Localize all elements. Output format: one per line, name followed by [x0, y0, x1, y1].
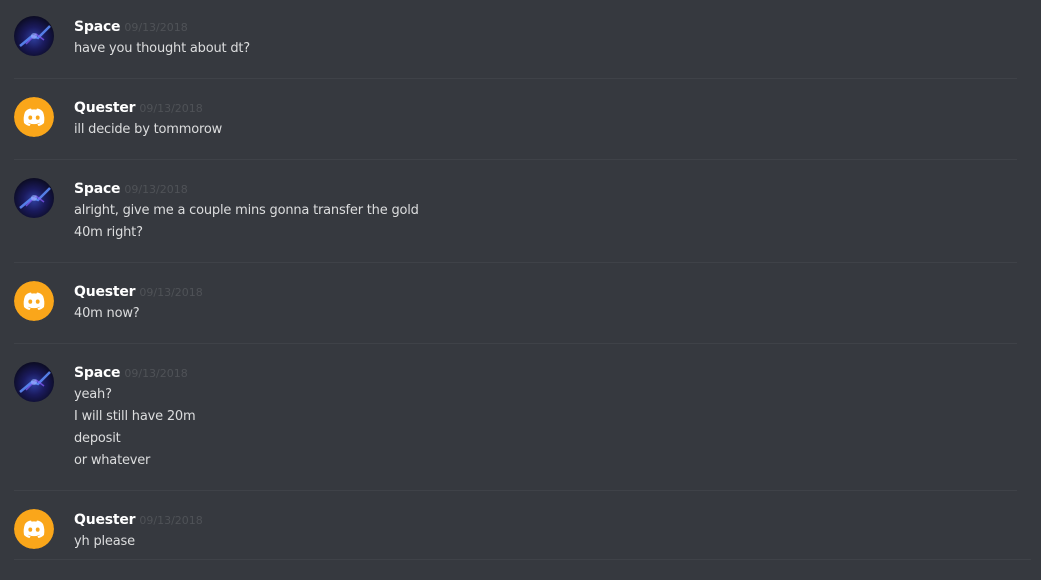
message-line: yeah? [74, 387, 112, 402]
username[interactable]: Quester [74, 512, 136, 528]
message-header: Space 09/13/2018 [74, 362, 188, 382]
timestamp: 09/13/2018 [124, 367, 188, 380]
timestamp: 09/13/2018 [139, 286, 203, 299]
timestamp: 09/13/2018 [139, 102, 203, 115]
message-line: ill decide by tommorow [74, 122, 223, 137]
message-divider [14, 559, 1031, 560]
message-content: ill decide by tommorow [74, 119, 222, 141]
username[interactable]: Space [74, 19, 121, 35]
discord-logo-avatar[interactable] [14, 281, 54, 321]
message-line: deposit [74, 431, 121, 446]
username[interactable]: Quester [74, 284, 136, 300]
message-header: Quester 09/13/2018 [74, 509, 203, 529]
message-line: alright, give me a couple mins gonna tra… [74, 203, 419, 218]
username[interactable]: Quester [74, 100, 136, 116]
message-header: Quester 09/13/2018 [74, 281, 203, 301]
message-content: 40m now? [74, 303, 140, 325]
message-line: 40m right? [74, 225, 143, 240]
message-content: yeah? I will still have 20m deposit or w… [74, 384, 196, 472]
timestamp: 09/13/2018 [124, 183, 188, 196]
message-divider [14, 262, 1017, 263]
discord-logo-avatar[interactable] [14, 509, 54, 549]
message-header: Space 09/13/2018 [74, 178, 188, 198]
message-divider [14, 490, 1017, 491]
message-line: have you thought about dt? [74, 41, 250, 56]
message-line: I will still have 20m [74, 409, 196, 424]
message-line: yh please [74, 534, 135, 549]
message-line: 40m now? [74, 306, 140, 321]
message-header: Quester 09/13/2018 [74, 97, 203, 117]
chat-log: Space 09/13/2018 have you thought about d… [0, 0, 1041, 580]
message-divider [14, 159, 1017, 160]
username[interactable]: Space [74, 365, 121, 381]
discord-logo-avatar[interactable] [14, 97, 54, 137]
message-line: or whatever [74, 453, 151, 468]
space-avatar[interactable] [14, 16, 54, 56]
message-content: have you thought about dt? [74, 38, 250, 60]
message-divider [14, 78, 1017, 79]
message-content: alright, give me a couple mins gonna tra… [74, 200, 419, 244]
timestamp: 09/13/2018 [139, 514, 203, 527]
message-content: yh please [74, 531, 135, 553]
message-divider [14, 343, 1017, 344]
username[interactable]: Space [74, 181, 121, 197]
space-avatar[interactable] [14, 178, 54, 218]
space-avatar[interactable] [14, 362, 54, 402]
message-header: Space 09/13/2018 [74, 16, 188, 36]
timestamp: 09/13/2018 [124, 21, 188, 34]
